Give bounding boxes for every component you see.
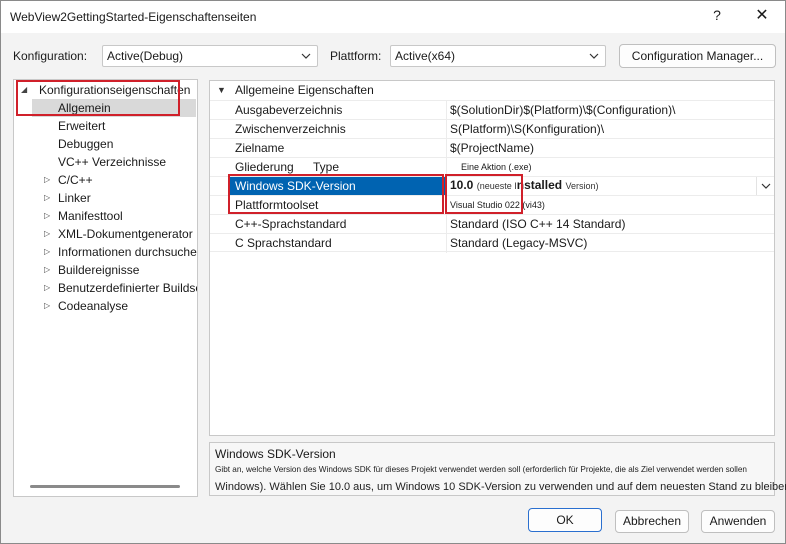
platform-label: Plattform: [330, 49, 382, 63]
property-value: 10.0 (neueste Installed Version) [450, 178, 598, 192]
collapsed-caret-icon[interactable]: ▷ [44, 207, 50, 225]
horizontal-scrollbar[interactable] [30, 485, 180, 488]
sdk-version-note: (neueste I [476, 181, 517, 191]
description-text-line2: Windows). Wählen Sie 10.0 aus, um Window… [215, 481, 786, 493]
column-divider [446, 139, 447, 158]
expanded-chevron-icon[interactable]: ▼ [217, 81, 226, 100]
property-value: S(Platform)\S(Konfiguration)\ [450, 122, 605, 136]
sdk-version-dropdown[interactable] [756, 177, 774, 195]
platform-select[interactable]: Active(x64) [390, 45, 606, 67]
tree-item-browse-information[interactable]: Informationen durchsuchen [58, 243, 197, 261]
column-divider [446, 120, 447, 139]
property-grid: ▼ Allgemeine Eigenschaften Ausgabeverzei… [209, 80, 775, 436]
tree-item-allgemein[interactable]: Allgemein [32, 99, 196, 117]
tree-item-c-cpp[interactable]: C/C++ [58, 171, 93, 189]
sdk-version-installed: nstalled [516, 178, 563, 192]
cancel-button[interactable]: Abbrechen [615, 510, 689, 533]
column-divider [446, 234, 447, 253]
chevron-down-icon [301, 53, 311, 59]
property-name: Gliederung [235, 160, 294, 174]
configuration-manager-button[interactable]: Configuration Manager... [619, 44, 776, 68]
property-value: Standard (ISO C++ 14 Standard) [450, 217, 626, 231]
tree-item-linker[interactable]: Linker [58, 189, 91, 207]
configuration-label: Konfiguration: [13, 49, 88, 63]
ok-button[interactable]: OK [528, 508, 602, 532]
tree-item-erweitert[interactable]: Erweitert [58, 117, 105, 135]
tree-item-custom-build-step[interactable]: Benutzerdefinierter Buildschritt [58, 279, 197, 297]
collapsed-caret-icon[interactable]: ▷ [44, 261, 50, 279]
tree-item-build-events[interactable]: Buildereignisse [58, 261, 139, 279]
property-value: Standard (Legacy-MSVC) [450, 236, 588, 250]
column-divider [446, 215, 447, 234]
property-row-target-name[interactable]: Zielname $(ProjectName) [210, 138, 774, 158]
property-name: Ausgabeverzeichnis [235, 103, 343, 117]
description-panel: Windows SDK-Version Gibt an, welche Vers… [209, 442, 786, 496]
sdk-version-number: 10.0 [450, 178, 474, 192]
configuration-value: Active(Debug) [107, 49, 184, 63]
tree-item-xml-doc-generator[interactable]: XML-Dokumentgenerator [58, 225, 193, 243]
property-row-output-dir[interactable]: Ausgabeverzeichnis $(SolutionDir)$(Platf… [210, 100, 774, 120]
property-name: Windows SDK-Version [235, 179, 356, 193]
column-divider [446, 196, 447, 215]
tree-item-manifesttool[interactable]: Manifesttool [58, 207, 123, 225]
category-label: Allgemeine Eigenschaften [235, 83, 374, 97]
description-title: Windows SDK-Version [215, 447, 336, 461]
property-name: Zwischenverzeichnis [235, 122, 346, 136]
apply-button[interactable]: Anwenden [701, 510, 775, 533]
close-button[interactable]: ✕ [749, 5, 775, 27]
tree-item-vc-directories[interactable]: VC++ Verzeichnisse [58, 153, 166, 171]
property-name: C Sprachstandard [235, 236, 332, 250]
tree-item-debuggen[interactable]: Debuggen [58, 135, 113, 153]
property-value: $(ProjectName) [450, 141, 535, 155]
chevron-down-icon [761, 183, 771, 189]
collapsed-caret-icon[interactable]: ▷ [44, 225, 50, 243]
configuration-select[interactable]: Active(Debug) [102, 45, 318, 67]
column-divider [446, 158, 447, 177]
expanded-caret-icon[interactable]: ◢ [21, 81, 27, 99]
collapsed-caret-icon[interactable]: ▷ [44, 171, 50, 189]
property-name-suffix: Type [313, 160, 340, 174]
column-divider [446, 177, 447, 196]
property-row-configuration-type[interactable]: Gliederung Type Eine Aktion (.exe) [210, 157, 774, 177]
chevron-down-icon [589, 53, 599, 59]
title-bar: WebView2GettingStarted-Eigenschaftenseit… [1, 1, 785, 33]
collapsed-caret-icon[interactable]: ▷ [44, 243, 50, 261]
category-tree: ◢ Konfigurationseigenschaften Allgemein … [13, 79, 198, 497]
category-header[interactable]: ▼ Allgemeine Eigenschaften [210, 81, 774, 100]
collapsed-caret-icon[interactable]: ▷ [44, 297, 50, 315]
property-value: Eine Aktion (.exe) [461, 162, 532, 172]
property-row-intermediate-dir[interactable]: Zwischenverzeichnis S(Platform)\S(Konfig… [210, 119, 774, 139]
platform-value: Active(x64) [395, 49, 456, 63]
tree-item-code-analysis[interactable]: Codeanalyse [58, 297, 128, 315]
property-name: Zielname [235, 141, 285, 155]
collapsed-caret-icon[interactable]: ▷ [44, 279, 50, 297]
description-text-line1: Gibt an, welche Version des Windows SDK … [215, 465, 747, 474]
property-pages-dialog: WebView2GettingStarted-Eigenschaftenseit… [0, 0, 786, 544]
property-row-c-language-standard[interactable]: C Sprachstandard Standard (Legacy-MSVC) [210, 233, 774, 253]
property-value: Visual Studio 022 (vi43) [450, 200, 545, 210]
sdk-version-suffix: Version) [565, 181, 599, 191]
property-name: Plattformtoolset [235, 198, 319, 212]
help-button[interactable]: ? [707, 7, 727, 27]
window-title: WebView2GettingStarted-Eigenschaftenseit… [10, 10, 257, 24]
property-name: C++-Sprachstandard [235, 217, 347, 231]
property-row-cpp-language-standard[interactable]: C++-Sprachstandard Standard (ISO C++ 14 … [210, 214, 774, 234]
property-value: $(SolutionDir)$(Platform)\$(Configuratio… [450, 103, 676, 117]
tree-root-configuration-properties[interactable]: Konfigurationseigenschaften [39, 81, 190, 99]
property-row-platform-toolset[interactable]: Plattformtoolset Visual Studio 022 (vi43… [210, 195, 774, 215]
property-row-windows-sdk-version[interactable]: Windows SDK-Version 10.0 (neueste Instal… [210, 176, 774, 196]
column-divider [446, 101, 447, 120]
collapsed-caret-icon[interactable]: ▷ [44, 189, 50, 207]
